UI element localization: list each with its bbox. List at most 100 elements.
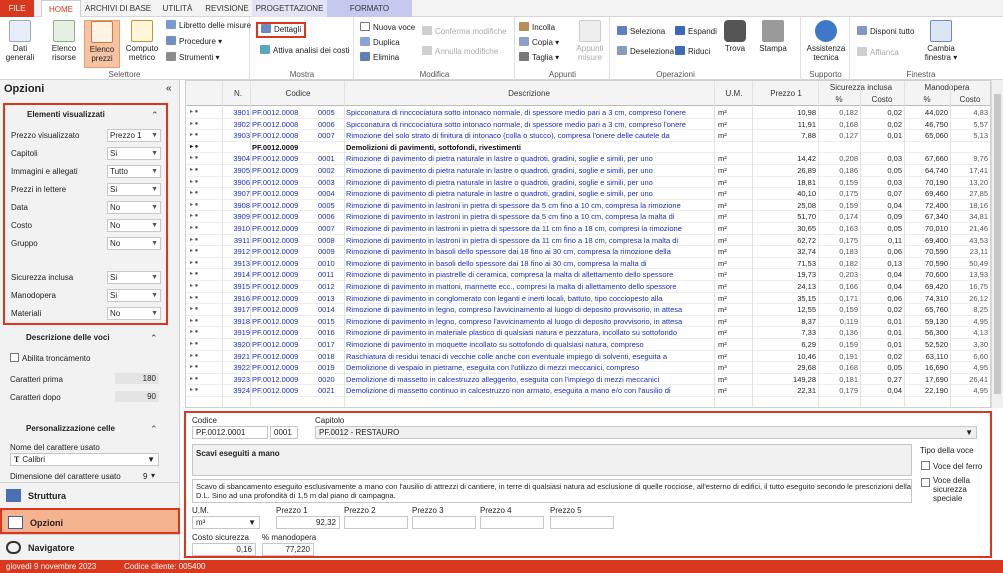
chevron-up-icon[interactable]: ⌃	[150, 424, 158, 435]
row-expand-icon[interactable]: ▸ ●	[190, 119, 218, 131]
capitolo-field[interactable]: PF.0012 - RESTAURO ▼	[315, 426, 977, 439]
table-row[interactable]: ▸ ● 3915 PF.0012.0009 0012 Rimozione di pavi…	[186, 281, 990, 293]
prezzo1-field[interactable]: 92,32	[276, 516, 340, 529]
row-expand-icon[interactable]: ▸ ●	[190, 327, 218, 339]
row-expand-icon[interactable]: ▸ ●	[190, 351, 218, 363]
trova-button[interactable]: Trova	[720, 20, 750, 53]
row-expand-icon[interactable]: ▸ ●	[190, 177, 218, 189]
row-expand-icon[interactable]: ▸ ●	[190, 211, 218, 223]
seleziona-button[interactable]: Seleziona	[617, 26, 665, 38]
table-row[interactable]: ▸ ● 3908 PF.0012.0009 0005 Rimozione di pavi…	[186, 200, 990, 212]
strumenti-button[interactable]: Strumenti ▾	[166, 52, 219, 64]
prezzo2-field[interactable]	[344, 516, 408, 529]
table-row[interactable]: ▸ ● 3922 PF.0012.0009 0019 Demolizione di ve…	[186, 362, 990, 374]
nav-struttura[interactable]: Struttura	[0, 482, 180, 508]
copia-button[interactable]: Copia ▾	[519, 37, 559, 49]
libretto-misure-button[interactable]: Libretto delle misure	[166, 20, 251, 32]
row-expand-icon[interactable]: ▸ ●	[190, 235, 218, 247]
table-row[interactable]: ▸ ● 3901 PF.0012.0008 0005 Spicconatura di r…	[186, 107, 990, 119]
affianca-button[interactable]: Affianca	[857, 47, 899, 59]
row-expand-icon[interactable]: ▸ ●	[190, 304, 218, 316]
col-header-sicurezza[interactable]: Sicurezza inclusa	[818, 83, 904, 92]
tab-revisione[interactable]: REVISIONE	[202, 0, 252, 17]
table-row[interactable]: ▸ ● 3918 PF.0012.0009 0015 Rimozione di pavi…	[186, 316, 990, 328]
row-expand-icon[interactable]: ▸ ●	[190, 142, 218, 154]
prezzo4-field[interactable]	[480, 516, 544, 529]
attiva-analisi-button[interactable]: Attiva analisi dei costi	[260, 45, 349, 57]
riduci-button[interactable]: Riduci	[675, 46, 710, 58]
prezzo3-field[interactable]	[412, 516, 476, 529]
row-expand-icon[interactable]: ▸ ●	[190, 374, 218, 386]
disponi-tutto-button[interactable]: Disponi tutto	[857, 26, 914, 38]
dimensione-carattere-value[interactable]: 9	[143, 472, 147, 481]
tab-progettazione[interactable]: PROGETTAZIONE	[252, 0, 327, 17]
row-expand-icon[interactable]: ▸ ●	[190, 223, 218, 235]
costo-select[interactable]: No ▼	[107, 219, 161, 232]
nav-opzioni[interactable]: Opzioni	[0, 508, 180, 534]
row-expand-icon[interactable]: ▸ ●	[190, 339, 218, 351]
dropdown-arrow-icon[interactable]: ▾	[151, 471, 155, 480]
row-expand-icon[interactable]: ▸ ●	[190, 130, 218, 142]
caratteri-dopo-field[interactable]: 90	[115, 391, 159, 402]
collapse-panel-icon[interactable]: «	[166, 83, 172, 94]
cambia-finestra-button[interactable]: Cambia finestra ▾	[921, 20, 961, 62]
table-row[interactable]: ▸ ● 3912 PF.0012.0009 0009 Rimozione di pavi…	[186, 246, 990, 258]
table-row[interactable]: ▸ ● 3924 PF.0012.0009 0021 Demolizione di ma…	[186, 385, 990, 397]
col-header-sic-costo[interactable]: Costo	[860, 95, 904, 104]
codice-sub-field[interactable]: 0001	[270, 426, 298, 439]
scrollbar-thumb[interactable]	[994, 94, 1001, 394]
immagini-allegati-select[interactable]: Tutto ▼	[107, 165, 161, 178]
titolo-field[interactable]: Scavi eseguiti a mano	[192, 444, 912, 476]
table-row[interactable]: ▸ ● 3906 PF.0012.0009 0003 Rimozione di pavi…	[186, 177, 990, 189]
prezzo-visualizzato-select[interactable]: Prezzo 1 ▼	[107, 129, 161, 142]
nuova-voce-button[interactable]: Nuova voce	[360, 22, 415, 34]
table-row[interactable]: ▸ ● 3904 PF.0012.0009 0001 Rimozione di pavi…	[186, 153, 990, 165]
row-expand-icon[interactable]: ▸ ●	[190, 165, 218, 177]
tab-utilita[interactable]: UTILITÀ	[155, 0, 200, 17]
row-expand-icon[interactable]: ▸ ●	[190, 281, 218, 293]
row-expand-icon[interactable]: ▸ ●	[190, 385, 218, 397]
table-row[interactable]: ▸ ● 3911 PF.0012.0009 0008 Rimozione di pavi…	[186, 235, 990, 247]
prezzo5-field[interactable]	[550, 516, 614, 529]
procedure-button[interactable]: Procedure ▾	[166, 36, 222, 48]
voce-sicurezza-checkbox[interactable]	[921, 478, 930, 487]
col-header-prezzo[interactable]: Prezzo 1	[754, 89, 818, 98]
col-header-sic-pct[interactable]: %	[818, 95, 860, 104]
assistenza-tecnica-button[interactable]: Assistenza tecnica	[804, 20, 848, 62]
row-expand-icon[interactable]: ▸ ●	[190, 316, 218, 328]
row-expand-icon[interactable]: ▸ ●	[190, 200, 218, 212]
capitoli-select[interactable]: Si ▼	[107, 147, 161, 160]
row-expand-icon[interactable]: ▸ ●	[190, 153, 218, 165]
duplica-button[interactable]: Duplica	[360, 37, 400, 49]
computo-metrico-button[interactable]: Computo metrico	[123, 20, 161, 62]
table-row[interactable]: ▸ ● 3903 PF.0012.0008 0007 Rimozione del sol…	[186, 130, 990, 142]
row-expand-icon[interactable]: ▸ ●	[190, 258, 218, 270]
row-expand-icon[interactable]: ▸ ●	[190, 107, 218, 119]
row-expand-icon[interactable]: ▸ ●	[190, 188, 218, 200]
um-select[interactable]: m³ ▼	[192, 516, 260, 529]
manodopera-pct-field[interactable]: 77,220	[262, 543, 314, 556]
grid-vertical-scrollbar[interactable]	[991, 80, 1003, 408]
col-header-man-pct[interactable]: %	[904, 95, 950, 104]
elenco-prezzi-button[interactable]: Elenco prezzi	[84, 20, 120, 68]
table-row[interactable]: ▸ ● 3907 PF.0012.0009 0004 Rimozione di pavi…	[186, 188, 990, 200]
elenco-risorse-button[interactable]: Elenco risorse	[46, 20, 82, 62]
data-select[interactable]: No ▼	[107, 201, 161, 214]
table-row[interactable]: ▸ ● 3909 PF.0012.0009 0006 Rimozione di pavi…	[186, 211, 990, 223]
table-row[interactable]: ▸ ● 3914 PF.0012.0009 0011 Rimozione di pavi…	[186, 269, 990, 281]
caratteri-prima-field[interactable]: 180	[115, 373, 159, 384]
row-expand-icon[interactable]: ▸ ●	[190, 293, 218, 305]
abilita-troncamento-checkbox[interactable]	[10, 353, 19, 362]
codice-field[interactable]: PF.0012.0001	[192, 426, 268, 439]
tab-archivi-di-base[interactable]: ARCHIVI DI BASE	[83, 0, 153, 17]
nav-navigatore[interactable]: Navigatore	[0, 534, 180, 560]
espandi-button[interactable]: Espandi	[675, 26, 717, 38]
row-expand-icon[interactable]: ▸ ●	[190, 362, 218, 374]
col-header-manodopera[interactable]: Manodopera	[904, 83, 990, 92]
incolla-button[interactable]: Incolla	[519, 22, 555, 34]
deseleziona-button[interactable]: Deseleziona	[617, 46, 674, 58]
costo-sicurezza-field[interactable]: 0,16	[192, 543, 256, 556]
row-expand-icon[interactable]: ▸ ●	[190, 246, 218, 258]
elimina-button[interactable]: Elimina	[360, 52, 399, 64]
conferma-modifiche-button[interactable]: Conferma modifiche	[422, 26, 507, 38]
